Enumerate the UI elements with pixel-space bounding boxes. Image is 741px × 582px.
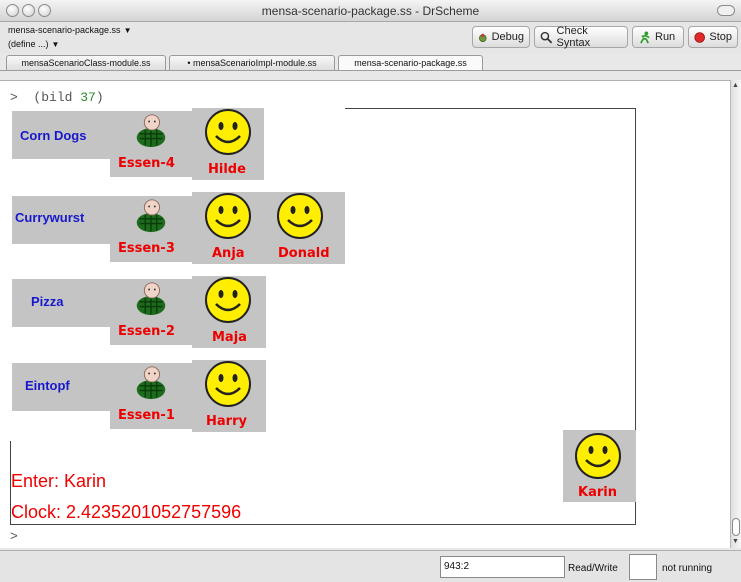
title-bar: mensa-scenario-package.ss - DrScheme bbox=[0, 0, 741, 22]
toolbar-toggle-button[interactable] bbox=[717, 5, 735, 16]
enter-message: Enter: Karin bbox=[11, 471, 107, 491]
chevron-down-icon: ▼ bbox=[51, 40, 60, 49]
toolbar: mensa-scenario-package.ss ▼ (define ...) ▼… bbox=[0, 22, 741, 54]
newcomer-label: Karin bbox=[578, 485, 617, 500]
repl-input-line: > (bild 37) bbox=[10, 90, 104, 105]
run-button[interactable]: Run bbox=[632, 26, 684, 48]
check-syntax-label: Check Syntax bbox=[556, 25, 591, 49]
food-label: Corn Dogs bbox=[20, 128, 87, 143]
interactions-pane[interactable]: > (bild 37) Corn Dogs Essen-4 Hilde Curr… bbox=[0, 80, 730, 548]
bug-icon bbox=[479, 33, 487, 42]
repl-call-arg: 37 bbox=[80, 90, 96, 105]
magnifier-icon bbox=[540, 31, 553, 44]
repl-call-close: ) bbox=[95, 90, 104, 105]
tab-scenario-package[interactable]: mensa-scenario-package.ss bbox=[338, 55, 483, 70]
cook-icon bbox=[136, 114, 166, 148]
stop-label: Stop bbox=[709, 31, 732, 43]
repl-call-open: (bild bbox=[33, 90, 81, 105]
run-state: not running bbox=[662, 563, 713, 574]
smiley-icon bbox=[205, 193, 251, 239]
guest-label: Donald bbox=[278, 246, 330, 261]
station-label: Essen-3 bbox=[118, 241, 175, 256]
guest-label: Maja bbox=[212, 330, 247, 345]
station-label: Essen-1 bbox=[118, 408, 175, 423]
define-menu[interactable]: (define ...) ▼ bbox=[8, 39, 59, 49]
guest-label: Hilde bbox=[208, 162, 246, 177]
tab-class-module[interactable]: mensaScenarioClass-module.ss bbox=[6, 55, 166, 70]
scroll-down-icon[interactable]: ▼ bbox=[732, 538, 739, 545]
food-label: Pizza bbox=[31, 294, 64, 309]
cook-icon bbox=[136, 282, 166, 316]
smiley-icon bbox=[277, 193, 323, 239]
file-menu-label: mensa-scenario-package.ss bbox=[8, 25, 121, 35]
read-write-mode[interactable]: Read/Write bbox=[568, 563, 618, 574]
cook-icon bbox=[136, 199, 166, 233]
station-label: Essen-4 bbox=[118, 156, 175, 171]
smiley-icon bbox=[205, 361, 251, 407]
guest-label: Anja bbox=[212, 246, 245, 261]
check-syntax-button[interactable]: Check Syntax bbox=[534, 25, 628, 49]
run-label: Run bbox=[655, 31, 676, 43]
scroll-thumb[interactable] bbox=[732, 518, 740, 536]
scroll-up-icon[interactable]: ▲ bbox=[732, 82, 739, 89]
repl-empty-prompt[interactable]: > bbox=[10, 529, 18, 544]
repl-prompt: > bbox=[10, 90, 18, 105]
chevron-down-icon: ▼ bbox=[123, 26, 132, 35]
runner-icon bbox=[640, 30, 650, 44]
vertical-scrollbar[interactable]: ▲ ▼ bbox=[730, 80, 741, 548]
debug-button[interactable]: Debug bbox=[472, 26, 530, 48]
define-menu-label: (define ...) bbox=[8, 39, 49, 49]
window-title: mensa-scenario-package.ss - DrScheme bbox=[261, 4, 480, 18]
station-label: Essen-2 bbox=[118, 324, 175, 339]
activity-indicator bbox=[629, 554, 657, 580]
scene-frame-top bbox=[345, 108, 636, 109]
cook-icon bbox=[136, 366, 166, 400]
smiley-icon bbox=[575, 433, 621, 479]
status-bar: 943:2 Read/Write not running bbox=[0, 550, 741, 582]
stop-button[interactable]: Stop bbox=[688, 26, 738, 48]
clock-message: Clock: 2.4235201052757596 bbox=[11, 502, 242, 522]
stop-icon bbox=[694, 31, 705, 43]
debug-label: Debug bbox=[491, 31, 524, 43]
cursor-position: 943:2 bbox=[440, 556, 565, 578]
guest-label: Harry bbox=[206, 414, 247, 429]
food-label: Currywurst bbox=[15, 210, 85, 225]
drscheme-window: mensa-scenario-package.ss - DrScheme men… bbox=[0, 0, 741, 582]
smiley-icon bbox=[205, 277, 251, 323]
file-tabs: mensaScenarioClass-module.ss • mensaScen… bbox=[0, 54, 741, 71]
file-menu[interactable]: mensa-scenario-package.ss ▼ bbox=[8, 25, 131, 35]
tab-impl-module[interactable]: • mensaScenarioImpl-module.ss bbox=[169, 55, 335, 70]
smiley-icon bbox=[205, 109, 251, 155]
food-label: Eintopf bbox=[25, 378, 70, 393]
